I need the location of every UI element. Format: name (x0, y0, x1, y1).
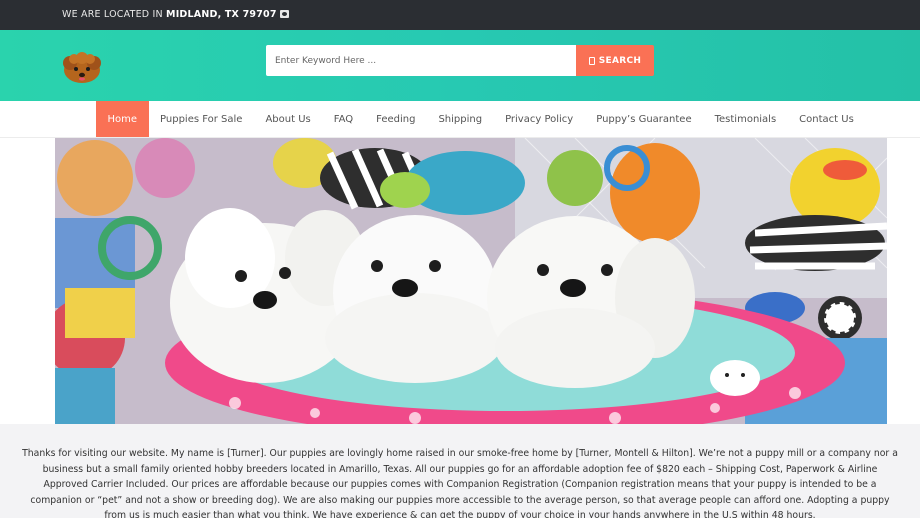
nav-item-home[interactable]: Home (96, 101, 149, 137)
nav-item-about-us[interactable]: About Us (254, 101, 322, 137)
nav-item-puppies-for-sale[interactable]: Puppies For Sale (149, 101, 254, 137)
location-text: WE ARE LOCATED IN MIDLAND, TX 79707 (62, 9, 289, 20)
main-navigation: Home Puppies For Sale About Us FAQ Feedi… (0, 101, 920, 138)
site-header: SEARCH (0, 30, 920, 101)
search-input[interactable] (266, 45, 576, 76)
search-button[interactable]: SEARCH (576, 45, 654, 76)
location-prefix: WE ARE LOCATED IN (62, 9, 167, 20)
puppy-logo[interactable] (62, 50, 102, 84)
nav-item-shipping[interactable]: Shipping (427, 101, 494, 137)
location-city: MIDLAND, TX 79707 (166, 9, 277, 20)
nav-item-testimonials[interactable]: Testimonials (703, 101, 788, 137)
nav-item-privacy-policy[interactable]: Privacy Policy (494, 101, 585, 137)
about-paragraph: Thanks for visiting our website. My name… (22, 448, 898, 518)
document-icon (588, 56, 595, 65)
nav-item-feeding[interactable]: Feeding (365, 101, 427, 137)
top-bar: WE ARE LOCATED IN MIDLAND, TX 79707 (0, 0, 920, 30)
nav-item-puppys-guarantee[interactable]: Puppy’s Guarantee (585, 101, 703, 137)
about-section: Thanks for visiting our website. My name… (0, 424, 920, 518)
map-marker-icon (279, 10, 289, 18)
hero-image (55, 138, 887, 424)
nav-item-contact-us[interactable]: Contact Us (788, 101, 866, 137)
search-button-label: SEARCH (598, 55, 642, 66)
nav-item-faq[interactable]: FAQ (322, 101, 364, 137)
